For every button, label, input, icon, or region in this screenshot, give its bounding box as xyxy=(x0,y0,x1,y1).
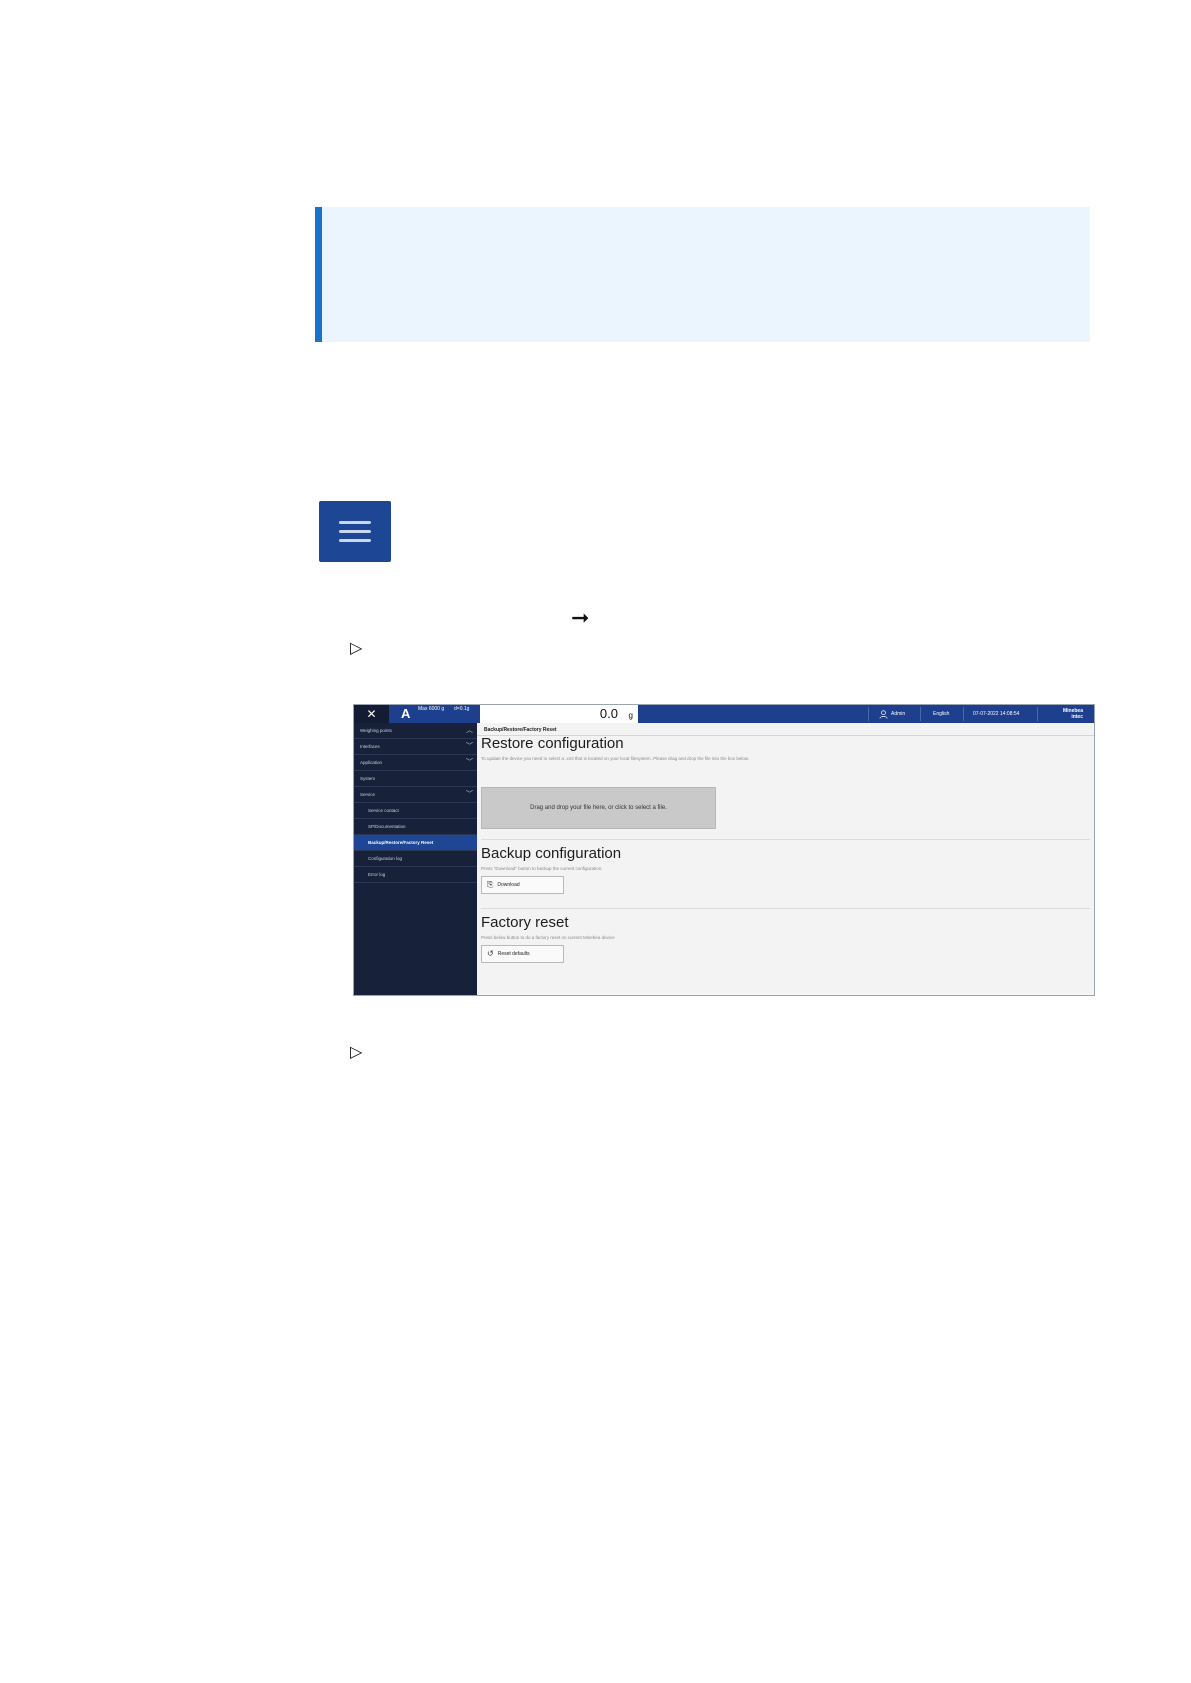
weight-display: 0.0 g xyxy=(480,705,638,723)
sidebar-item-service-contact[interactable]: Service contact xyxy=(354,803,477,819)
divider xyxy=(868,707,869,721)
factory-reset-description: Press below button to do a factory reset… xyxy=(481,935,615,940)
brand-logo: Minebea intec xyxy=(1051,708,1083,720)
divider xyxy=(920,707,921,721)
download-label: Download xyxy=(497,882,520,888)
sidebar-item-service[interactable]: Service ﹀ xyxy=(354,787,477,803)
hamburger-icon-bar xyxy=(339,539,371,542)
sidebar: Weighing points ︿ Interfaces ﹀ Application… xyxy=(354,723,477,995)
sidebar-item-sp-documentation[interactable]: SP/Documentation xyxy=(354,819,477,835)
note-box xyxy=(315,207,1090,342)
file-dropzone[interactable]: Drag and drop your file here, or click t… xyxy=(481,787,716,829)
divider xyxy=(481,908,1090,909)
sidebar-item-label: Weighing points xyxy=(360,728,392,733)
hamburger-icon xyxy=(339,521,371,524)
divider xyxy=(1037,707,1038,721)
weight-value: 0.0 xyxy=(599,706,618,721)
chevron-down-icon: ﹀ xyxy=(466,743,473,750)
user-icon xyxy=(879,709,888,719)
note-accent-bar xyxy=(315,207,322,342)
result-triangle-icon: ▷ xyxy=(350,640,363,657)
datetime: 07-07-2022 14:08:54 xyxy=(973,711,1020,717)
result-triangle-icon: ▷ xyxy=(350,1044,363,1061)
logo-line2: intec xyxy=(1071,714,1083,720)
sidebar-item-backup-restore[interactable]: Backup/Restore/Factory Reset xyxy=(354,835,477,851)
sidebar-item-label: SP/Documentation xyxy=(368,824,406,829)
sidebar-item-system[interactable]: System xyxy=(354,771,477,787)
max-capacity: Max 6000 g xyxy=(418,706,445,712)
chevron-down-icon: ﹀ xyxy=(466,759,473,766)
sidebar-item-label: Error log xyxy=(368,872,386,877)
sidebar-item-label: Interfaces xyxy=(360,744,380,749)
chevron-down-icon: ﹀ xyxy=(466,791,473,798)
menu-button[interactable] xyxy=(319,501,391,562)
hamburger-icon-bar xyxy=(339,530,371,533)
sidebar-item-error-log[interactable]: Error log xyxy=(354,867,477,883)
sidebar-item-configuration-log[interactable]: Configuration log xyxy=(354,851,477,867)
readability: d=0.1g xyxy=(454,706,470,712)
breadcrumb: Backup/Restore/Factory Reset xyxy=(484,727,557,733)
backup-title: Backup configuration xyxy=(481,845,622,862)
divider xyxy=(963,707,964,721)
topbar: ✕ A Max 6000 g d=0.1g 0.0 g Admin Englis… xyxy=(354,705,1094,723)
divider xyxy=(481,839,1090,840)
user-menu[interactable]: Admin xyxy=(879,708,905,720)
download-icon: ⎘ xyxy=(487,880,494,889)
sidebar-item-interfaces[interactable]: Interfaces ﹀ xyxy=(354,739,477,755)
close-icon[interactable]: ✕ xyxy=(354,705,389,723)
sidebar-item-label: Service xyxy=(360,792,376,797)
sidebar-item-label: Application xyxy=(360,760,383,765)
factory-reset-title: Factory reset xyxy=(481,914,569,931)
weight-unit: g xyxy=(628,711,633,720)
backup-description: Press "Download" button to backup the cu… xyxy=(481,866,603,871)
sidebar-item-label: Backup/Restore/Factory Reset xyxy=(368,840,434,845)
sidebar-item-weighing-points[interactable]: Weighing points ︿ xyxy=(354,723,477,739)
user-name: Admin xyxy=(891,711,906,717)
main-content: Backup/Restore/Factory Reset Restore con… xyxy=(477,723,1094,995)
restore-title: Restore configuration xyxy=(481,735,624,752)
device-screenshot: ✕ A Max 6000 g d=0.1g 0.0 g Admin Englis… xyxy=(353,704,1095,996)
scale-letter: A xyxy=(401,706,411,721)
reset-defaults-label: Reset defaults xyxy=(497,951,530,957)
sidebar-item-label: Configuration log xyxy=(368,856,403,861)
reset-defaults-button[interactable]: ↺ Reset defaults xyxy=(481,945,564,963)
sidebar-item-label: Service contact xyxy=(368,808,399,813)
arrow-right-icon: ➞ xyxy=(571,605,590,630)
download-button[interactable]: ⎘ Download xyxy=(481,876,564,894)
language-selector[interactable]: English xyxy=(933,708,949,720)
reset-icon: ↺ xyxy=(487,949,494,958)
restore-description: To update the device you need to select … xyxy=(481,756,750,761)
sidebar-item-label: System xyxy=(360,776,376,781)
chevron-up-icon: ︿ xyxy=(466,727,473,734)
sidebar-item-application[interactable]: Application ﹀ xyxy=(354,755,477,771)
